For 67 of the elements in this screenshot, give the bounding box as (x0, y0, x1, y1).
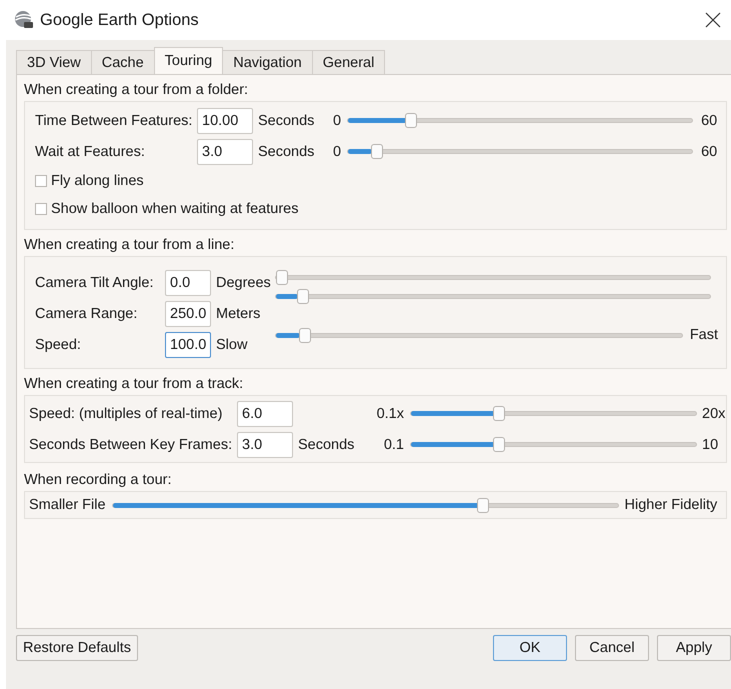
slider[interactable] (274, 270, 711, 285)
max-label: 20x (702, 406, 726, 422)
slider-handle[interactable] (276, 270, 288, 285)
slider-handle[interactable] (492, 406, 505, 421)
unit-label: Seconds (258, 144, 316, 160)
tab[interactable]: General (312, 50, 386, 74)
input-field[interactable]: 10.00 (197, 108, 253, 134)
slider-handle[interactable] (492, 437, 505, 452)
dialog-button[interactable]: Cancel (575, 635, 649, 661)
field-label: Seconds Between Key Frames: (29, 436, 234, 452)
input-field[interactable]: 3.0 (237, 432, 293, 458)
unit-label: Seconds (298, 436, 356, 452)
max-label: 60 (701, 112, 718, 128)
field-label: Speed: (35, 336, 82, 352)
input-field[interactable]: 250.0 (165, 300, 211, 326)
globe-icon (14, 10, 34, 30)
slider[interactable] (274, 328, 683, 342)
field-label: Camera Tilt Angle: (35, 274, 154, 290)
min-label: 0.1x (376, 406, 404, 422)
unit-label: Seconds (258, 112, 316, 128)
section-title: When recording a tour: (24, 471, 172, 490)
slider[interactable] (274, 289, 711, 304)
slider-handle[interactable] (404, 113, 417, 128)
slider[interactable] (410, 437, 697, 452)
section-title: When creating a tour from a track: (24, 375, 244, 394)
unit-label: Meters (216, 306, 260, 322)
checkbox[interactable] (35, 175, 47, 187)
min-label: 0 (333, 112, 342, 128)
min-label: 0.1 (382, 436, 404, 452)
tab[interactable]: Navigation (222, 50, 313, 74)
dialog-button[interactable]: OK (493, 635, 567, 661)
slider-handle[interactable] (296, 289, 309, 304)
slider[interactable] (410, 406, 697, 421)
field-label: Speed: (multiples of real-time) (29, 406, 224, 422)
max-label: Fast (690, 327, 718, 343)
close-icon[interactable] (703, 10, 723, 30)
slider[interactable] (347, 144, 694, 159)
slider-handle[interactable] (371, 144, 384, 159)
window-title: Google Earth Options (40, 10, 199, 30)
field-label: Time Between Features: (35, 112, 194, 128)
max-label: 60 (701, 144, 718, 160)
restore-button[interactable]: Restore Defaults (16, 635, 138, 661)
input-field[interactable]: 0.0 (165, 270, 211, 296)
min-label: 0 (333, 144, 342, 160)
unit-label: Degrees (216, 274, 271, 290)
slider-handle[interactable] (477, 498, 490, 512)
tab[interactable]: Touring (154, 47, 224, 74)
slider[interactable] (347, 113, 694, 128)
field-label: Camera Range: (35, 306, 138, 322)
input-field[interactable]: 6.0 (237, 400, 293, 426)
section-title: When creating a tour from a folder: (24, 81, 250, 100)
input-field[interactable]: 3.0 (197, 138, 253, 164)
slider-handle[interactable] (299, 328, 312, 342)
checkbox-label: Show balloon when waiting at features (51, 201, 298, 217)
input-field[interactable]: 100.0 (165, 332, 211, 358)
slider[interactable] (112, 498, 619, 512)
tab[interactable]: 3D View (16, 50, 92, 74)
tab[interactable]: Cache (90, 50, 155, 74)
min-label: Smaller File (29, 497, 106, 513)
max-label: 10 (702, 436, 718, 452)
checkbox-label: Fly along lines (51, 173, 144, 189)
checkbox[interactable] (35, 203, 47, 215)
unit-label: Slow (216, 336, 248, 352)
max-label: Higher Fidelity (624, 497, 718, 513)
dialog-button[interactable]: Apply (657, 635, 731, 661)
field-label: Wait at Features: (35, 144, 146, 160)
section-title: When creating a tour from a line: (24, 236, 236, 255)
